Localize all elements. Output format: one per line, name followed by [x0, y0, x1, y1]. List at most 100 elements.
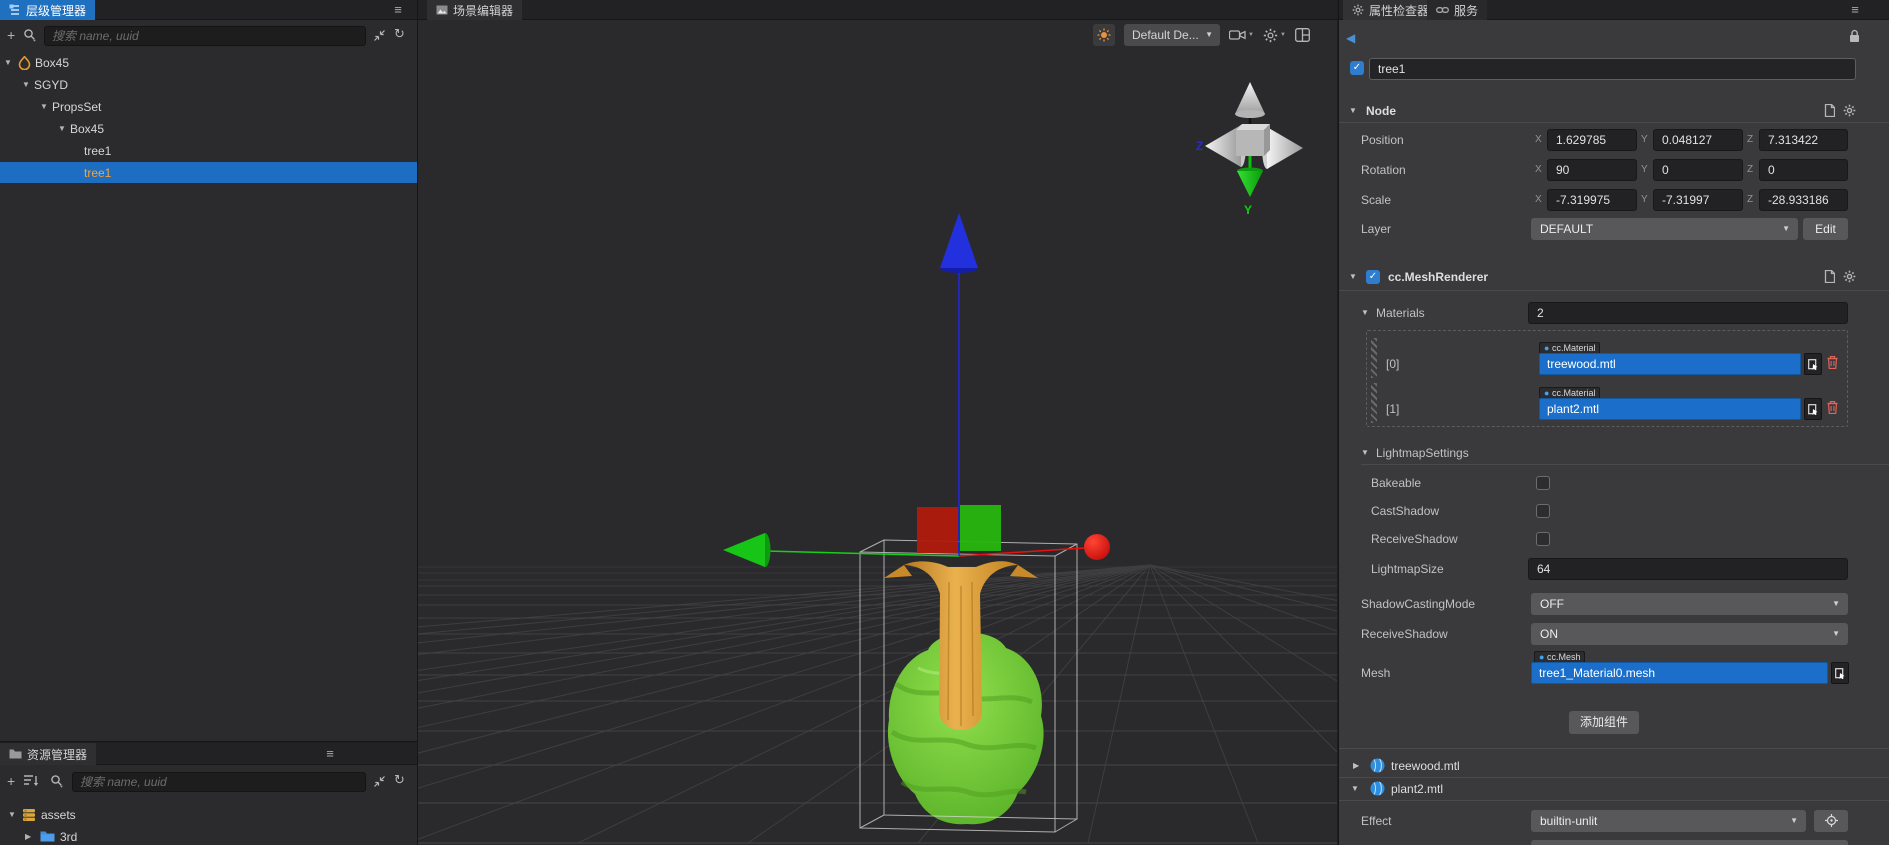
node-doc-icon[interactable]: [1823, 104, 1835, 117]
axis-y-label: Y: [1641, 164, 1648, 175]
scene-settings-button[interactable]: ▼: [1263, 28, 1286, 43]
expand-caret-icon[interactable]: ▼: [40, 96, 48, 118]
material-1-drag-handle[interactable]: [1371, 383, 1377, 423]
create-asset-icon[interactable]: +: [7, 773, 15, 789]
lock-icon[interactable]: [1848, 29, 1861, 43]
expand-caret-icon[interactable]: ▼: [4, 52, 12, 74]
node-active-checkbox[interactable]: ✓: [1350, 61, 1364, 75]
folder-icon: [40, 831, 55, 842]
camera-preset-value: Default De...: [1132, 28, 1199, 42]
camera-preset-dropdown[interactable]: Default De... ▼: [1124, 24, 1220, 46]
node-name-field[interactable]: tree1: [1369, 58, 1856, 80]
bakeable-checkbox[interactable]: [1536, 476, 1550, 490]
material-0-delete-icon[interactable]: [1827, 356, 1838, 369]
asset-row-label: 3rd: [60, 830, 78, 844]
search-filter-icon[interactable]: [50, 774, 64, 788]
lightmap-caret[interactable]: ▼: [1361, 442, 1369, 464]
gizmo-plane-yz-green: [960, 505, 1001, 551]
search-filter-icon[interactable]: [23, 28, 37, 42]
collapse-all-icon[interactable]: [373, 29, 386, 42]
plant2-caret[interactable]: ▼: [1351, 778, 1359, 800]
meshrenderer-doc-icon[interactable]: [1823, 270, 1835, 283]
material-1-delete-icon[interactable]: [1827, 401, 1838, 414]
assets-menu-icon[interactable]: ≡: [322, 746, 338, 762]
sort-icon[interactable]: [24, 775, 40, 788]
tree-row-tree1[interactable]: tree1: [0, 140, 417, 162]
materials-caret[interactable]: ▼: [1361, 302, 1369, 324]
material-1-field[interactable]: plant2.mtl: [1539, 398, 1801, 420]
mesh-locate-button[interactable]: [1831, 662, 1849, 684]
node-gear-icon[interactable]: [1843, 104, 1856, 117]
tree-row-sgyd[interactable]: ▼ SGYD: [0, 74, 417, 96]
expand-caret-icon[interactable]: ▶: [25, 826, 31, 845]
tab-services[interactable]: 服务: [1427, 0, 1488, 20]
meshrenderer-caret[interactable]: ▼: [1349, 266, 1357, 288]
camera-menu-button[interactable]: ▼: [1229, 28, 1254, 42]
asset-row-3rd[interactable]: ▶ 3rd: [0, 826, 417, 845]
node-section-caret[interactable]: ▼: [1349, 100, 1357, 122]
add-component-button[interactable]: 添加组件: [1569, 711, 1639, 734]
scale-y-field[interactable]: -7.31997: [1653, 189, 1743, 211]
effect-dropdown[interactable]: builtin-unlit ▼: [1531, 810, 1806, 832]
axis-y-label: Y: [1641, 194, 1648, 205]
castshadow-checkbox[interactable]: [1536, 504, 1550, 518]
tree-row-box45-root[interactable]: ▼ Box45: [0, 52, 417, 74]
scale-x-field[interactable]: -7.319975: [1547, 189, 1637, 211]
assets-search-input[interactable]: [72, 772, 366, 792]
refresh-icon[interactable]: ↻: [394, 772, 405, 788]
inspector-panel: 属性检查器 服务 ≡ ◀ ✓ tree1 ▼ Node Position X 1…: [1338, 0, 1889, 845]
material-0-locate-button[interactable]: [1804, 353, 1822, 375]
layer-edit-button[interactable]: Edit: [1803, 218, 1848, 240]
layout-button[interactable]: [1294, 28, 1310, 42]
refresh-icon[interactable]: ↻: [394, 26, 405, 42]
tree-row-propsset[interactable]: ▼ PropsSet: [0, 96, 417, 118]
chevron-down-icon: ▼: [1832, 599, 1840, 608]
material-1-locate-button[interactable]: [1804, 398, 1822, 420]
shadowcastingmode-dropdown[interactable]: OFF ▼: [1531, 593, 1848, 615]
rotation-x-field[interactable]: 90: [1547, 159, 1637, 181]
mesh-field[interactable]: tree1_Material0.mesh: [1531, 662, 1828, 684]
expand-caret-icon[interactable]: ▼: [22, 74, 30, 96]
effect-locate-button[interactable]: [1814, 810, 1848, 832]
tree-model: [884, 561, 1044, 825]
meshrenderer-gear-icon[interactable]: [1843, 270, 1856, 283]
position-x-field[interactable]: 1.629785: [1547, 129, 1637, 151]
receiveshadow-dropdown[interactable]: ON ▼: [1531, 623, 1848, 645]
hierarchy-search-input[interactable]: [44, 26, 366, 46]
rotation-z-field[interactable]: 0: [1759, 159, 1848, 181]
layer-dropdown[interactable]: DEFAULT ▼: [1531, 218, 1798, 240]
collapse-all-icon[interactable]: [373, 775, 386, 788]
material-0-type-tag: ● cc.Material: [1539, 342, 1601, 353]
chevron-down-icon: ▼: [1832, 629, 1840, 638]
receiveshadow-checkbox[interactable]: [1536, 532, 1550, 546]
history-back-button[interactable]: ◀: [1346, 28, 1355, 48]
tab-inspector[interactable]: 属性检查器: [1343, 0, 1439, 20]
tab-hierarchy[interactable]: 层级管理器: [0, 0, 96, 20]
lighting-toggle-button[interactable]: [1093, 24, 1115, 46]
position-z-field[interactable]: 7.313422: [1759, 129, 1848, 151]
expand-caret-icon[interactable]: ▼: [58, 118, 66, 140]
materials-count-field[interactable]: 2: [1528, 302, 1848, 324]
treewood-caret[interactable]: ▶: [1353, 755, 1359, 777]
clipped-next-row: [1531, 840, 1848, 845]
scene-viewport[interactable]: Z X Y: [418, 20, 1337, 845]
tree-row-tree1-selected[interactable]: tree1: [0, 162, 417, 183]
create-node-icon[interactable]: +: [7, 27, 15, 43]
lightmapsize-field[interactable]: 64: [1528, 558, 1848, 580]
scale-z-field[interactable]: -28.933186: [1759, 189, 1848, 211]
hierarchy-menu-icon[interactable]: ≡: [390, 2, 406, 18]
rotation-y-field[interactable]: 0: [1653, 159, 1743, 181]
asset-row-label: assets: [41, 808, 76, 822]
material-0-field[interactable]: treewood.mtl: [1539, 353, 1801, 375]
asset-type-dot: ●: [1539, 652, 1545, 662]
position-y-field[interactable]: 0.048127: [1653, 129, 1743, 151]
tab-scene[interactable]: 场景编辑器: [427, 0, 523, 20]
asset-row-assets[interactable]: ▼ assets: [0, 804, 417, 826]
inspector-menu-icon[interactable]: ≡: [1847, 2, 1863, 18]
meshrenderer-enabled-checkbox[interactable]: ✓: [1366, 270, 1380, 284]
tree-row-box45[interactable]: ▼ Box45: [0, 118, 417, 140]
expand-caret-icon[interactable]: ▼: [8, 804, 16, 826]
material-1-type-tag: ● cc.Material: [1539, 387, 1601, 398]
tab-assets[interactable]: 资源管理器: [0, 743, 97, 765]
material-0-drag-handle[interactable]: [1371, 338, 1377, 378]
